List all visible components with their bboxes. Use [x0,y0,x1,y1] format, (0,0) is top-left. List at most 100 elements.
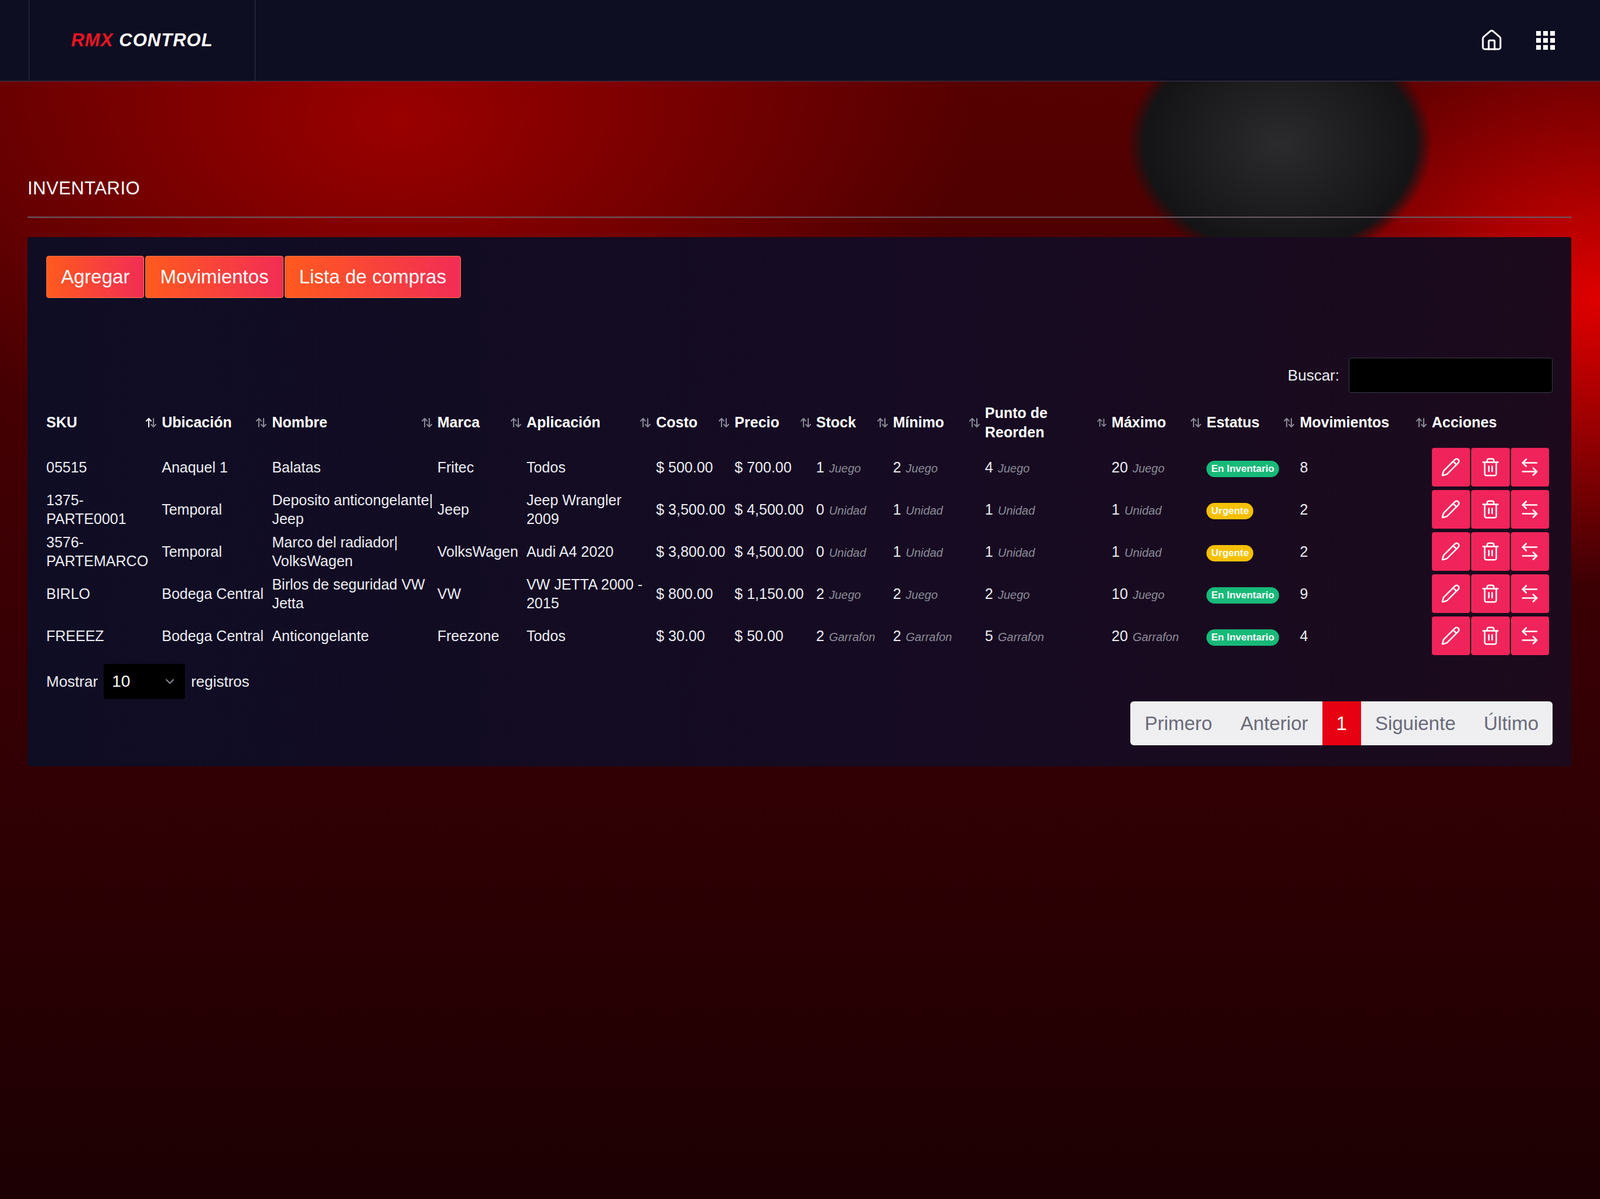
quantity-unit: Juego [1132,462,1165,475]
sort-icon[interactable] [1414,415,1429,430]
column-header[interactable]: Movimientos [1299,398,1432,447]
status-cell: Urgente [1206,488,1300,531]
sort-icon[interactable] [967,415,982,430]
toolbar-button[interactable]: Movimientos [145,255,283,299]
stock-cell: 0Unidad [816,530,894,573]
column-header[interactable]: Punto de Reorden [985,398,1112,447]
brand-cell: Jeep [437,488,527,531]
page-button[interactable]: 1 [1322,701,1362,746]
column-header[interactable]: SKU [46,398,162,447]
column-header[interactable]: Precio [734,398,816,447]
location-cell: Bodega Central [161,572,272,615]
quantity-value: 5 [985,627,994,645]
column-header[interactable]: Ubicación [161,398,272,447]
column-header[interactable]: Nombre [271,398,437,447]
sort-icon[interactable] [1281,415,1297,430]
quantity-unit: Garrafon [828,630,875,644]
toolbar-button[interactable]: Lista de compras [284,255,461,299]
actions-cell [1431,530,1553,573]
edit-button[interactable] [1431,574,1470,614]
move-button[interactable] [1510,490,1550,529]
sort-icon[interactable] [1095,415,1109,430]
inventory-panel: AgregarMovimientosLista de comprasBuscar… [27,237,1572,767]
page-button[interactable]: Primero [1130,701,1227,746]
home-button[interactable] [1479,28,1504,53]
page-button[interactable]: Siguiente [1361,701,1470,746]
quantity-value: 10 [1111,585,1128,603]
table-row: 3576-PARTEMARCOTemporalMarco del radiado… [46,530,1553,573]
delete-button[interactable] [1471,490,1510,529]
quantity-value: 1 [985,501,994,518]
apps-button[interactable] [1536,31,1555,50]
column-header[interactable]: Mínimo [893,398,986,447]
name-cell: Birlos de seguridad VW Jetta [271,572,437,615]
table-row: BIRLOBodega CentralBirlos de seguridad V… [46,572,1553,615]
brand-cell: VW [437,572,527,615]
price-cell: $ 4,500.00 [734,530,816,573]
edit-button[interactable] [1431,448,1470,487]
move-button[interactable] [1510,574,1550,614]
column-label: SKU [46,412,78,433]
actions-cell [1431,572,1553,615]
edit-button[interactable] [1431,532,1470,572]
page-button[interactable]: Último [1469,701,1553,746]
sort-icon[interactable] [798,415,813,430]
delete-button[interactable] [1471,532,1510,572]
brand-cell: Fritec [437,446,527,489]
reorder-cell: 1Unidad [985,530,1112,573]
top-bar: RMXCONTROL [0,0,1600,82]
maximum-cell: 1Unidad [1111,488,1207,531]
action-group [1431,616,1550,656]
move-button[interactable] [1510,616,1550,656]
length-suffix: registros [190,672,250,692]
application-cell: Audi A4 2020 [526,530,656,573]
column-header[interactable]: Aplicación [526,398,656,447]
pencil-icon [1440,626,1461,646]
column-header[interactable]: Costo [655,398,735,447]
movements-cell: 4 [1299,614,1432,658]
column-header[interactable]: Stock [816,398,894,447]
price-cell: $ 700.00 [734,446,816,489]
maximum-cell: 20Juego [1111,446,1207,489]
search-input[interactable] [1348,357,1553,393]
quantity-unit: Juego [906,462,939,475]
length-select[interactable]: 10 [103,664,186,700]
column-header[interactable]: Marca [437,398,527,447]
delete-button[interactable] [1471,574,1510,614]
transfer-arrows-icon [1519,583,1541,605]
page-button[interactable]: Anterior [1226,701,1323,746]
column-header[interactable]: Estatus [1206,398,1300,447]
name-cell: Deposito anticongelante| Jeep [271,488,437,531]
location-cell: Bodega Central [161,614,272,658]
delete-button[interactable] [1471,616,1510,656]
sort-icon[interactable] [254,415,269,430]
sort-icon[interactable] [875,415,890,430]
cost-cell: $ 3,500.00 [655,488,735,531]
sort-icon[interactable] [144,415,159,430]
status-badge: Urgente [1206,545,1254,562]
toolbar-button[interactable]: Agregar [46,255,145,299]
sort-icon[interactable] [638,415,653,430]
trash-icon [1480,626,1501,646]
move-button[interactable] [1510,448,1550,487]
stock-cell: 2Garrafon [816,614,894,658]
sort-icon[interactable] [1188,415,1203,430]
sort-icon[interactable] [419,415,434,430]
transfer-arrows-icon [1519,498,1541,521]
movements-cell: 8 [1299,446,1432,489]
status-cell: En Inventario [1206,572,1300,615]
sort-icon[interactable] [716,415,731,430]
edit-button[interactable] [1431,490,1470,529]
delete-button[interactable] [1471,448,1510,487]
movements-cell: 2 [1299,530,1432,573]
length-label: Mostrar [46,672,98,692]
logo[interactable]: RMXCONTROL [70,29,213,51]
logo-box[interactable]: RMXCONTROL [28,0,256,81]
column-header[interactable]: Máximo [1111,398,1207,447]
column-label: Marca [437,412,480,433]
edit-button[interactable] [1431,616,1470,656]
sort-icon[interactable] [508,415,523,430]
action-group [1431,448,1550,487]
move-button[interactable] [1510,532,1550,572]
title-section: INVENTARIO [27,178,1572,218]
